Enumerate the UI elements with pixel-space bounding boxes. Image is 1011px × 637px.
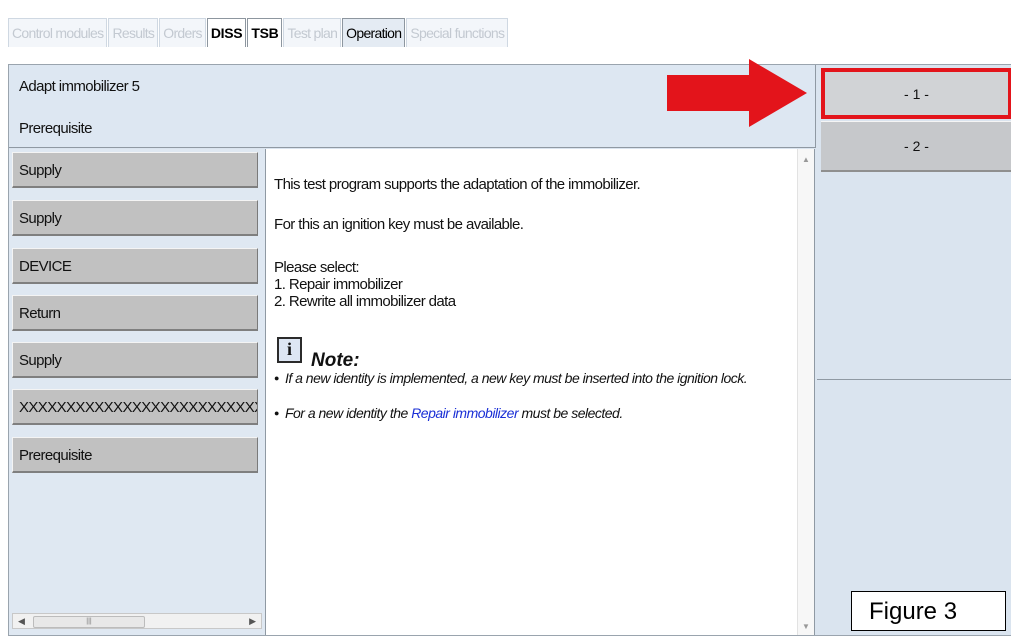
scroll-thumb[interactable]: ||| xyxy=(33,616,145,628)
note-bullet-1: ● If a new identity is implemented, a new… xyxy=(274,370,748,386)
bullet-icon: ● xyxy=(274,408,279,418)
option-1-text: 1. Repair immobilizer xyxy=(274,276,403,293)
tab-list: Control modules Results Orders DISS TSB … xyxy=(8,18,509,48)
tab-diss[interactable]: DISS xyxy=(206,18,247,47)
scroll-left-icon[interactable]: ◀ xyxy=(18,614,25,628)
list-item[interactable]: DEVICE xyxy=(12,248,258,284)
tab-orders[interactable]: Orders xyxy=(159,18,206,47)
instruction-panel: This test program supports the adaptatio… xyxy=(266,149,815,635)
tab-special-functions[interactable]: Special functions xyxy=(406,18,509,47)
bullet-icon: ● xyxy=(274,373,279,383)
list-item[interactable]: Supply xyxy=(12,152,258,188)
repair-immobilizer-link[interactable]: Repair immobilizer xyxy=(411,405,518,421)
figure-label: Figure 3 xyxy=(851,591,1006,631)
scroll-up-icon[interactable]: ▲ xyxy=(802,155,810,164)
option-2-text: 2. Rewrite all immobilizer data xyxy=(274,293,456,310)
list-item[interactable]: Return xyxy=(12,295,258,331)
tab-tsb[interactable]: TSB xyxy=(247,18,283,47)
main-frame: Adapt immobilizer 5 Prerequisite Supply … xyxy=(8,59,1011,636)
tab-strip: Control modules Results Orders DISS TSB … xyxy=(0,0,1011,50)
program-subtitle: Prerequisite xyxy=(19,120,92,137)
list-item[interactable]: Supply xyxy=(12,200,258,236)
tab-control-modules[interactable]: Control modules xyxy=(8,18,108,47)
note-bullet-2: ● For a new identity the Repair immobiliz… xyxy=(274,405,623,421)
vertical-scrollbar[interactable]: ▲ ▼ xyxy=(797,149,814,635)
intro-text: This test program supports the adaptatio… xyxy=(274,176,641,193)
red-arrow-icon xyxy=(667,59,807,127)
tab-test-plan[interactable]: Test plan xyxy=(283,18,342,47)
scroll-right-icon[interactable]: ▶ xyxy=(249,614,256,628)
tab-results[interactable]: Results xyxy=(108,18,159,47)
list-item[interactable]: XXXXXXXXXXXXXXXXXXXXXXXXXXX xyxy=(12,389,258,425)
tab-operation[interactable]: Operation xyxy=(342,18,406,47)
list-item[interactable]: Supply xyxy=(12,342,258,378)
list-item[interactable]: Prerequisite xyxy=(12,437,258,473)
horizontal-scrollbar[interactable]: ◀ ||| ▶ xyxy=(12,613,262,629)
divider xyxy=(817,379,1011,380)
program-title: Adapt immobilizer 5 xyxy=(19,78,140,95)
requirement-text: For this an ignition key must be availab… xyxy=(274,216,524,233)
step-list: Supply Supply DEVICE Return Supply XXXXX… xyxy=(9,149,266,635)
scroll-down-icon[interactable]: ▼ xyxy=(802,622,810,631)
option-1-button[interactable]: - 1 - xyxy=(821,68,1011,119)
option-2-button[interactable]: - 2 - xyxy=(821,121,1011,172)
select-prompt: Please select: xyxy=(274,259,360,276)
note-heading: Note: xyxy=(311,350,360,371)
choice-panel: - 1 - - 2 - xyxy=(817,65,1011,635)
info-icon: i xyxy=(277,337,302,363)
